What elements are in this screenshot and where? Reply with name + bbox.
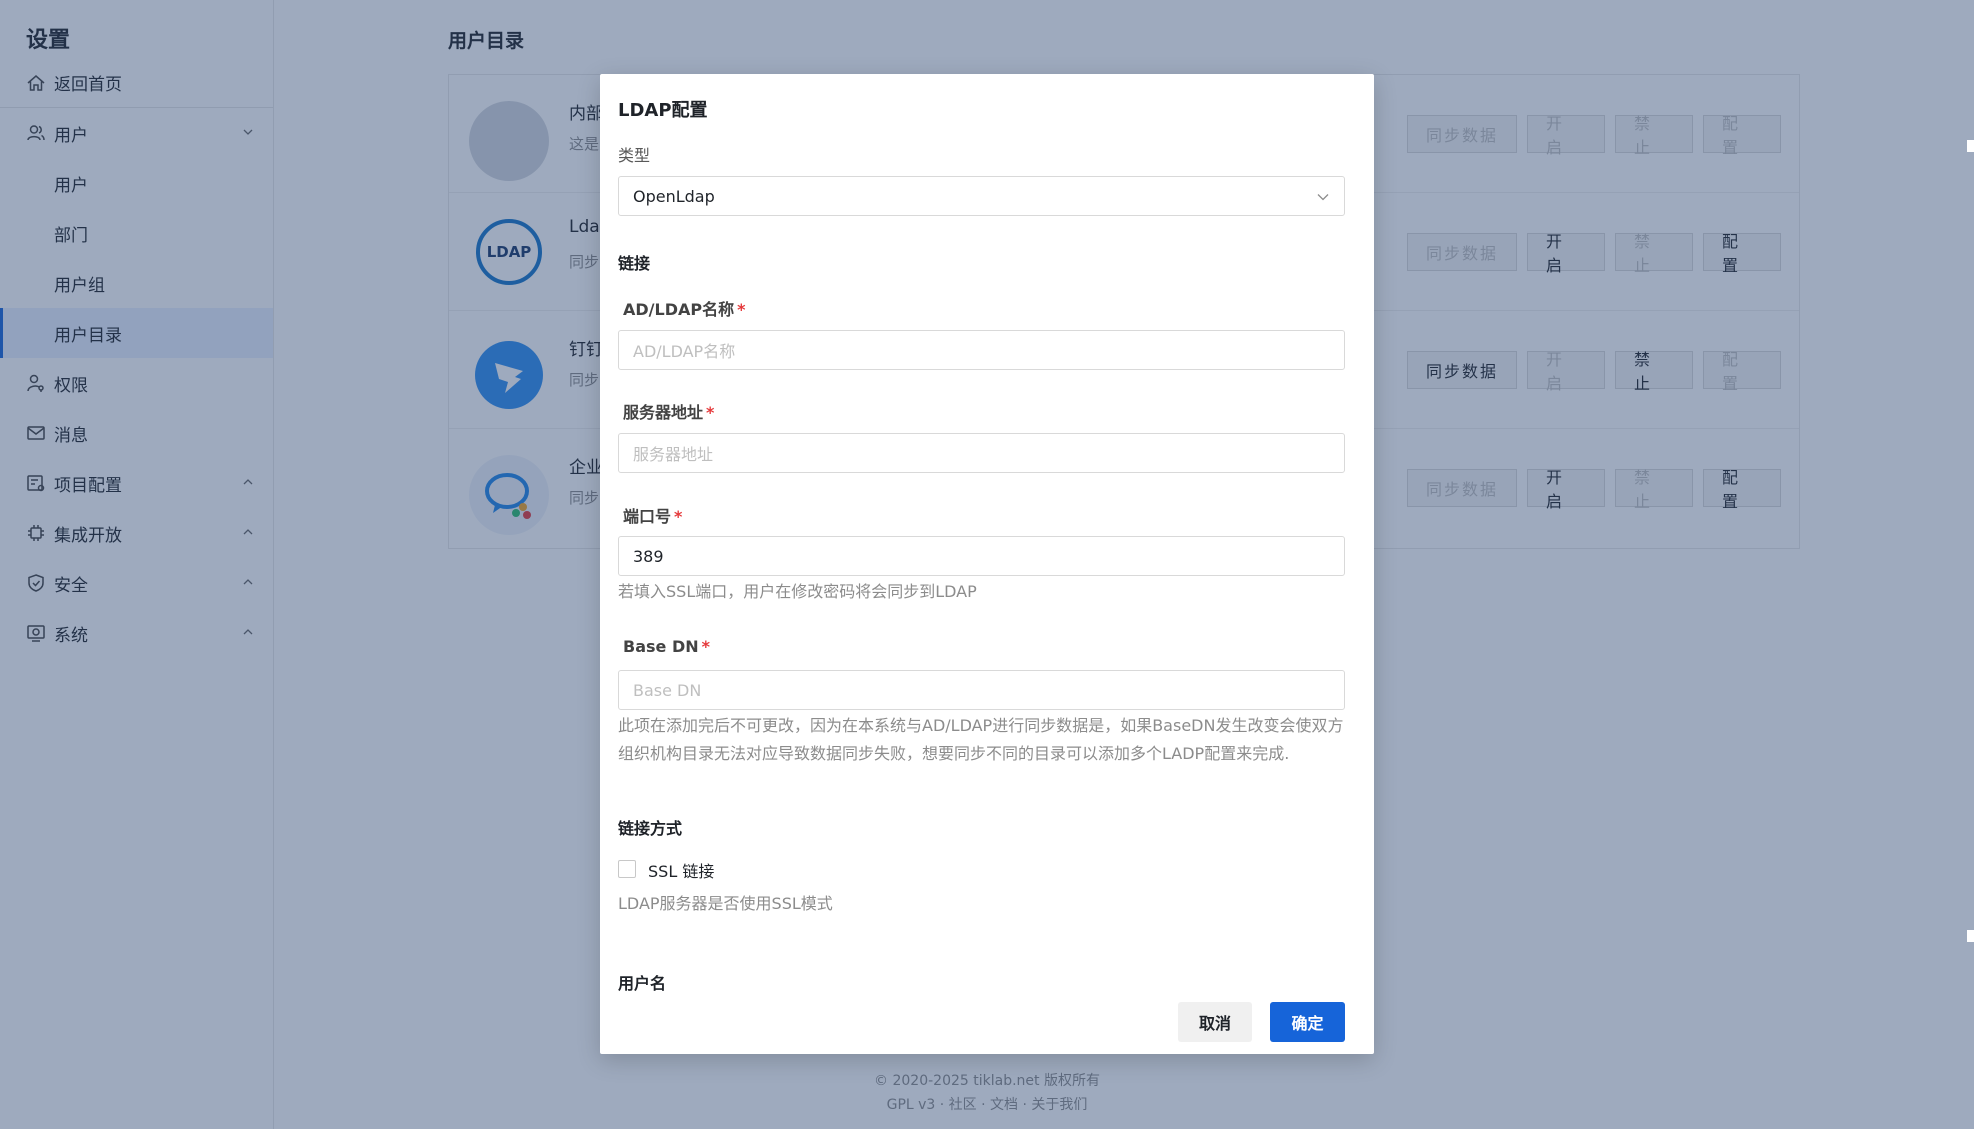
required-mark: *: [706, 403, 715, 422]
server-label-text: 服务器地址: [623, 403, 704, 422]
name-label: AD/LDAP名称 *: [623, 296, 745, 320]
basedn-label: Base DN *: [623, 637, 710, 656]
required-mark: *: [737, 300, 746, 319]
type-label: 类型: [618, 146, 651, 165]
basedn-label-text: Base DN: [623, 637, 699, 656]
type-select-value: OpenLdap: [633, 186, 715, 206]
name-label-text: AD/LDAP名称: [623, 300, 735, 319]
port-input[interactable]: 389: [618, 536, 1345, 576]
type-select[interactable]: OpenLdap: [618, 176, 1345, 216]
ldap-config-dialog: LDAP配置 类型 OpenLdap 链接 AD/LDAP名称 * AD/LDAP…: [600, 74, 1374, 1054]
section-conn-title: 链接方式: [618, 819, 683, 838]
section-user-title: 用户名: [618, 974, 667, 993]
port-hint: 若填入SSL端口，用户在修改密码将会同步到LDAP: [618, 582, 977, 601]
ssl-hint: LDAP服务器是否使用SSL模式: [618, 894, 833, 913]
scrollbar-marker: [1967, 930, 1974, 942]
ldap-name-input[interactable]: AD/LDAP名称: [618, 330, 1345, 370]
server-label: 服务器地址 *: [623, 399, 714, 423]
server-address-input[interactable]: 服务器地址: [618, 433, 1345, 473]
cancel-button[interactable]: 取消: [1178, 1002, 1252, 1042]
section-link-title: 链接: [618, 254, 651, 273]
ssl-checkbox-label[interactable]: SSL 链接: [648, 858, 714, 882]
port-label-text: 端口号: [623, 507, 672, 526]
port-label: 端口号 *: [623, 503, 682, 527]
confirm-button[interactable]: 确定: [1270, 1002, 1345, 1042]
scrollbar-marker: [1967, 140, 1974, 152]
ssl-checkbox[interactable]: [618, 860, 636, 878]
basedn-input[interactable]: Base DN: [618, 670, 1345, 710]
required-mark: *: [674, 507, 683, 526]
basedn-hint: 此项在添加完后不可更改，因为在本系统与AD/LDAP进行同步数据是，如果Base…: [618, 716, 1344, 763]
dialog-title: LDAP配置: [618, 100, 708, 121]
chevron-down-icon: [1317, 194, 1329, 201]
required-mark: *: [701, 637, 710, 656]
